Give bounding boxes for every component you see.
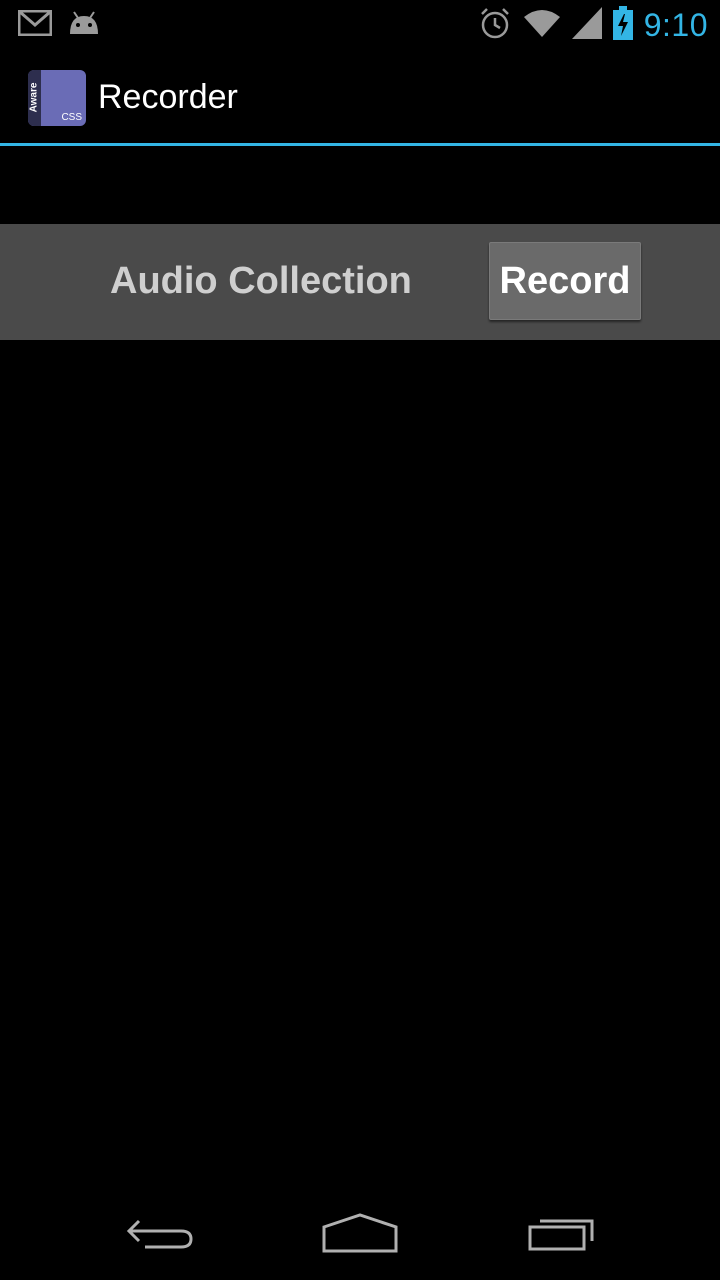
back-button[interactable] — [110, 1210, 210, 1260]
home-icon — [322, 1212, 398, 1258]
home-button[interactable] — [310, 1210, 410, 1260]
audio-collection-panel: Audio Collection Record — [0, 224, 720, 340]
clock: 9:10 — [643, 7, 708, 43]
wifi-icon — [522, 7, 562, 44]
record-button[interactable]: Record — [489, 242, 641, 320]
gmail-icon — [17, 9, 53, 41]
nav-bar — [0, 1190, 720, 1280]
app-icon[interactable]: Aware CSS — [28, 70, 86, 126]
section-label: Audio Collection — [110, 260, 412, 302]
battery-charging-icon — [612, 6, 634, 45]
android-icon — [66, 10, 102, 41]
back-icon — [125, 1213, 195, 1258]
app-icon-top-text: Aware — [28, 82, 40, 113]
recent-apps-icon — [526, 1213, 598, 1258]
recent-apps-button[interactable] — [512, 1210, 612, 1260]
alarm-icon — [478, 6, 512, 45]
app-icon-bottom-text: CSS — [61, 112, 82, 123]
signal-icon — [571, 7, 602, 44]
status-bar: 9:10 — [0, 0, 720, 50]
action-bar: Aware CSS Recorder — [0, 50, 720, 144]
action-bar-divider — [0, 143, 720, 146]
app-title: Recorder — [98, 78, 238, 116]
